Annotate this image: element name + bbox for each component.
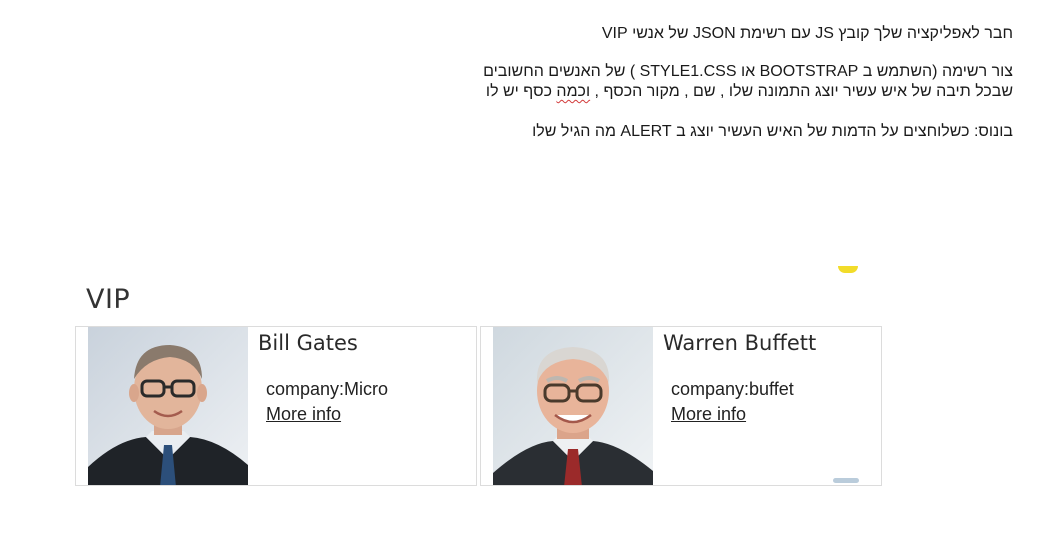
vip-card-list: Bill Gates company:Micro More info Warre… <box>75 326 885 489</box>
assignment-instructions: חבר לאפליקציה שלך קובץ JS עם רשימת JSON … <box>153 24 1013 142</box>
vip-card-bill-gates: Bill Gates company:Micro More info <box>75 326 477 486</box>
person-name: Warren Buffett <box>663 331 817 355</box>
bill-gates-photo[interactable] <box>88 327 248 486</box>
instruction-line-3-end: כסף יש לו <box>485 83 557 100</box>
more-info-link[interactable]: More info <box>671 404 746 425</box>
person-company: company:Micro <box>266 379 389 399</box>
more-info-link[interactable]: More info <box>266 404 341 425</box>
instruction-bonus: בונוס: כשלוחצים על הדמות של האיש העשיר י… <box>532 123 1013 140</box>
vip-card-warren-buffett: Warren Buffett company:buffet More info <box>480 326 882 486</box>
person-name: Bill Gates <box>258 331 358 355</box>
instruction-line-3-start: שבכל תיבה של איש עשיר יוצג התמונה שלו , … <box>590 83 1013 100</box>
document-page: חבר לאפליקציה שלך קובץ JS עם רשימת JSON … <box>0 0 1056 541</box>
instruction-line-3: שבכל תיבה של איש עשיר יוצג התמונה שלו , … <box>153 82 1013 102</box>
spellcheck-flagged-word: וכמה <box>556 83 591 100</box>
instruction-line-2: צור רשימה (השתמש ב BOOTSTRAP או STYLE1.C… <box>483 63 1013 80</box>
person-company: company:buffet <box>671 379 794 399</box>
highlight-mark <box>838 266 858 273</box>
vip-heading: VIP <box>86 284 131 315</box>
warren-buffett-photo[interactable] <box>493 327 653 486</box>
decorative-mark <box>833 478 859 483</box>
instruction-line-1: חבר לאפליקציה שלך קובץ JS עם רשימת JSON … <box>601 25 1013 42</box>
